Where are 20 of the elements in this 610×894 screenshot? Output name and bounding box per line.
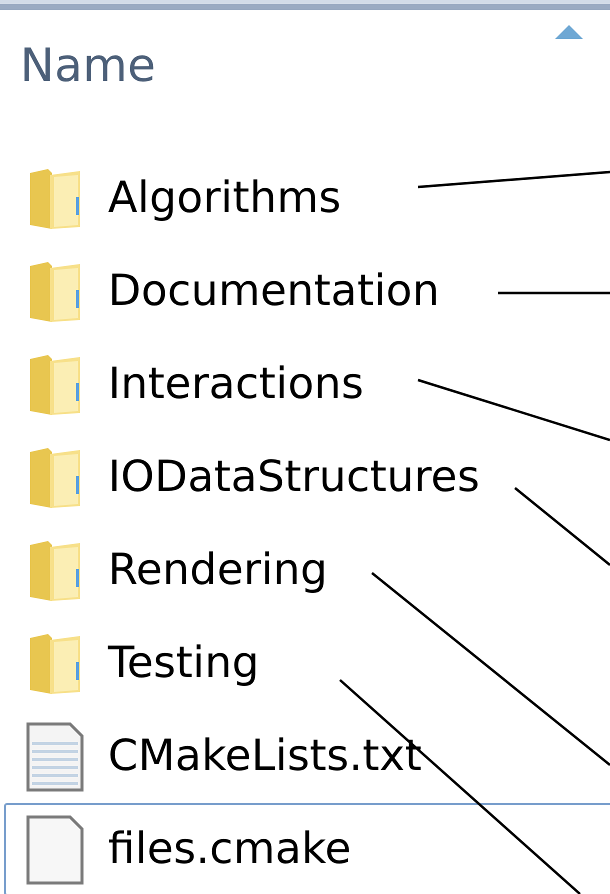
file-row[interactable]: CMakeLists.txt [0, 710, 610, 803]
file-name: Algorithms [108, 177, 341, 220]
file-name: Testing [108, 642, 260, 685]
column-header[interactable]: Name [0, 10, 610, 120]
file-row[interactable]: IODataStructures [0, 431, 610, 524]
file-row[interactable]: Documentation [0, 245, 610, 338]
file-row[interactable]: Interactions [0, 338, 610, 431]
file-row[interactable]: Testing [0, 617, 610, 710]
file-name: Rendering [108, 549, 328, 592]
file-name: Interactions [108, 363, 364, 406]
file-icon [26, 814, 84, 884]
file-row[interactable]: Rendering [0, 524, 610, 617]
file-row[interactable]: files.cmake [4, 803, 610, 894]
file-name: Documentation [108, 270, 440, 313]
text-file-icon [26, 722, 84, 792]
file-name: files.cmake [108, 828, 352, 871]
sort-ascending-icon [554, 24, 584, 40]
file-row[interactable]: Algorithms [0, 152, 610, 245]
file-name: CMakeLists.txt [108, 735, 422, 778]
file-name: IODataStructures [108, 456, 480, 499]
